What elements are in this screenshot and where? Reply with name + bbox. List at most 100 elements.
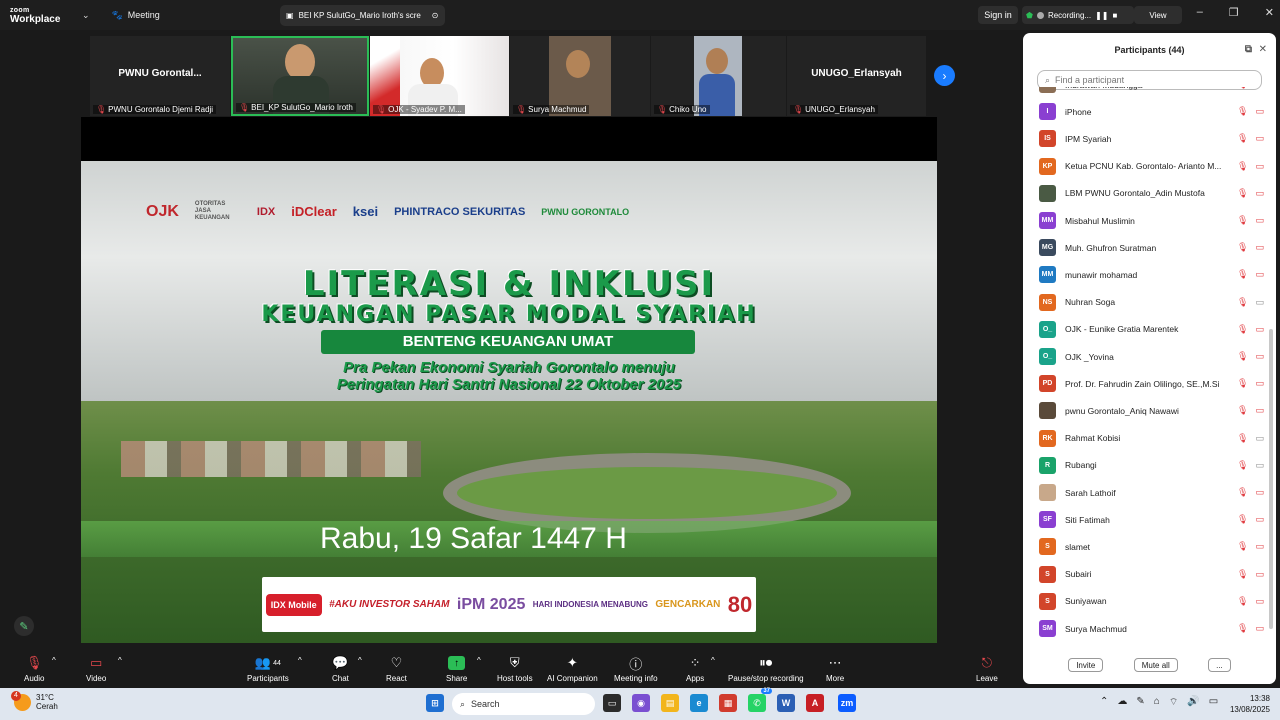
participants-button[interactable]: 👥 44 Participants <box>247 652 289 683</box>
participant-name: Suniyawan <box>1065 596 1107 607</box>
minimize-icon[interactable]: – <box>1197 6 1203 19</box>
task-view-icon[interactable]: ▭ <box>603 694 621 712</box>
ai-companion-button[interactable]: ✦ AI Companion <box>547 652 598 683</box>
chevron-down-icon[interactable]: ⌄ <box>82 10 90 21</box>
aku-investor-logo: #AKU INVESTOR SAHAM <box>329 599 450 610</box>
leave-button[interactable]: ⎋ Leave <box>976 652 998 683</box>
avatar: RK <box>1039 429 1056 447</box>
video-off-icon: ▭ <box>1255 487 1264 497</box>
file-explorer-icon[interactable]: ▤ <box>661 694 679 712</box>
participant-row[interactable]: IiPhone 🎙 ▭ <box>1039 98 1264 125</box>
participant-row[interactable]: SF Siti Fatimah 🎙 ▭ <box>1039 506 1264 533</box>
participant-row[interactable]: MM Misbahul Muslimin 🎙 ▭ <box>1039 207 1264 234</box>
participant-row[interactable]: O_ OJK - Eunike Gratia Marentek 🎙 ▭ <box>1039 316 1264 343</box>
zoom-icon[interactable]: zm <box>838 694 856 712</box>
audio-caret-icon[interactable]: ^ <box>52 656 56 665</box>
participant-name: Nuhran Soga <box>1065 297 1116 308</box>
participant-row[interactable]: O_ OJK _Yovina 🎙 ▭ <box>1039 343 1264 370</box>
pop-out-icon[interactable]: ⧉ <box>1245 44 1252 55</box>
apps-button[interactable]: ⁘ Apps <box>686 652 704 683</box>
meeting-info-button[interactable]: ⓘ Meeting info <box>614 652 658 684</box>
video-tile-active-speaker[interactable]: 🎙 BEI_KP SulutGo_Mario Iroth <box>231 36 369 116</box>
participant-row[interactable]: MG Muh. Ghufron Suratman 🎙 ▭ <box>1039 234 1264 261</box>
recording-indicator[interactable]: ⬟ Recording... ❚❚ ■ <box>1022 6 1134 24</box>
participant-row[interactable]: pwnu Gorontalo_Aniq Nawawi 🎙 ▭ <box>1039 397 1264 424</box>
clock[interactable]: 13:38 13/08/2025 <box>1222 693 1270 715</box>
pen-icon[interactable]: ✎ <box>1136 696 1144 709</box>
close-icon[interactable]: ✕ <box>1265 6 1274 19</box>
copilot-icon[interactable]: ◉ <box>632 694 650 712</box>
share-caret-icon[interactable]: ^ <box>477 656 481 665</box>
weather-widget[interactable]: 4 31°C Cerah <box>11 690 58 711</box>
participant-row[interactable]: NS Nuhran Soga 🎙 ▭ <box>1039 289 1264 316</box>
scrollbar[interactable] <box>1269 329 1273 629</box>
idx-mobile-logo: IDX Mobile <box>265 593 322 616</box>
video-off-icon: ▭ <box>1255 351 1264 361</box>
video-tile[interactable]: 🎙 Surya Machmud <box>510 36 650 116</box>
word-icon[interactable]: W <box>777 694 795 712</box>
participants-caret-icon[interactable]: ^ <box>298 656 302 665</box>
participant-row[interactable]: Indrawan Mudangga🎙▭ <box>1039 87 1264 98</box>
location-icon[interactable]: ⌂ <box>1154 696 1160 709</box>
mute-all-button[interactable]: Mute all <box>1133 658 1178 672</box>
participant-row[interactable]: R Rubangi 🎙 ▭ <box>1039 452 1264 479</box>
next-page-button[interactable]: › <box>934 65 955 86</box>
taskbar-search[interactable]: ⌕ Search <box>452 693 595 715</box>
edge-icon[interactable]: e <box>690 694 708 712</box>
participant-row[interactable]: Sslamet 🎙 ▭ <box>1039 533 1264 560</box>
app-icon[interactable]: ▦ <box>719 694 737 712</box>
video-button[interactable]: ▭ Video <box>86 652 106 683</box>
view-button[interactable]: View <box>1134 6 1182 24</box>
start-icon[interactable]: ⊞ <box>426 694 444 712</box>
wifi-icon[interactable]: ⌔ <box>1169 696 1178 709</box>
maximize-icon[interactable]: ❐ <box>1229 6 1239 19</box>
chat-caret-icon[interactable]: ^ <box>358 656 362 665</box>
audio-button[interactable]: 🎙 Audio <box>24 652 44 683</box>
pdf-icon[interactable]: A <box>806 694 824 712</box>
meeting-menu[interactable]: 🐾 Meeting <box>112 10 160 21</box>
close-icon[interactable]: ✕ <box>1259 44 1267 55</box>
video-caret-icon[interactable]: ^ <box>118 656 122 665</box>
participant-row[interactable]: MM munawir mohamad 🎙 ▭ <box>1039 261 1264 288</box>
invite-button[interactable]: Invite <box>1068 658 1104 672</box>
stop-icon[interactable]: ■ <box>1113 11 1118 20</box>
heart-icon: ♡ <box>390 655 403 670</box>
pause-icon[interactable]: ❚❚ <box>1095 11 1108 20</box>
more-options-button[interactable]: ... <box>1208 658 1231 672</box>
mic-muted-icon: 🎙 <box>1237 541 1249 552</box>
apps-caret-icon[interactable]: ^ <box>711 656 715 665</box>
battery-icon[interactable]: ▭ <box>1209 696 1218 709</box>
participant-row[interactable]: RK Rahmat Kobisi 🎙 ▭ <box>1039 425 1264 452</box>
participant-status-icons: 🎙▭ <box>1237 269 1264 280</box>
tray-app-icon[interactable]: ☁ <box>1117 696 1127 709</box>
pause-stop-recording-button[interactable]: ⏸⏺ Pause/stop recording <box>728 652 804 683</box>
annotate-pen-icon[interactable]: ✎ <box>14 616 34 636</box>
chat-button[interactable]: 💬 Chat <box>332 652 349 683</box>
participant-row[interactable]: S Subairi 🎙 ▭ <box>1039 561 1264 588</box>
host-tools-button[interactable]: ⛨ Host tools <box>497 652 533 683</box>
brand-bottom: Workplace <box>10 14 61 25</box>
video-tile[interactable]: 🎙 Chiko Uno <box>651 36 786 116</box>
participant-row[interactable]: S Suniyawan 🎙 ▭ <box>1039 588 1264 615</box>
participant-row[interactable]: LBM PWNU Gorontalo_Adin Mustofa 🎙 ▭ <box>1039 180 1264 207</box>
leave-label: Leave <box>976 674 998 683</box>
video-tile[interactable]: 🎙 OJK - Syadev P. M... <box>370 36 509 116</box>
video-tile[interactable]: PWNU Gorontal... 🎙 PWNU Gorontalo Djemi R… <box>90 36 230 116</box>
participant-row[interactable]: PD Prof. Dr. Fahrudin Zain Olilingo, SE.,… <box>1039 370 1264 397</box>
share-screen-tab[interactable]: ▣ BEI KP SulutGo_Mario Iroth's scre ⊙ <box>280 5 445 26</box>
whatsapp-icon[interactable]: ✆ 37 <box>748 688 772 712</box>
react-button[interactable]: ♡ React <box>386 652 407 683</box>
video-tile[interactable]: UNUGO_Erlansyah 🎙 UNUGO_Erlansyah <box>787 36 926 116</box>
participant-row[interactable]: IS IPM Syariah 🎙 ▭ <box>1039 125 1264 152</box>
more-button[interactable]: ⋯ More <box>826 652 844 683</box>
chevron-up-icon[interactable]: ⌃ <box>1100 696 1108 709</box>
participant-row[interactable]: SM Surya Machmud 🎙 ▭ <box>1039 615 1264 642</box>
volume-icon[interactable]: 🔊 <box>1187 696 1199 709</box>
mic-muted-icon: 🎙 <box>1237 351 1249 361</box>
avatar: MM <box>1039 212 1056 229</box>
participant-row[interactable]: Sarah Lathoif 🎙 ▭ <box>1039 479 1264 506</box>
share-button[interactable]: ↑ Share <box>446 652 467 683</box>
sign-in-button[interactable]: Sign in <box>978 6 1018 24</box>
more-options-icon[interactable]: ⊙ <box>432 11 439 20</box>
participant-row[interactable]: KP Ketua PCNU Kab. Gorontalo- Arianto M..… <box>1039 153 1264 180</box>
